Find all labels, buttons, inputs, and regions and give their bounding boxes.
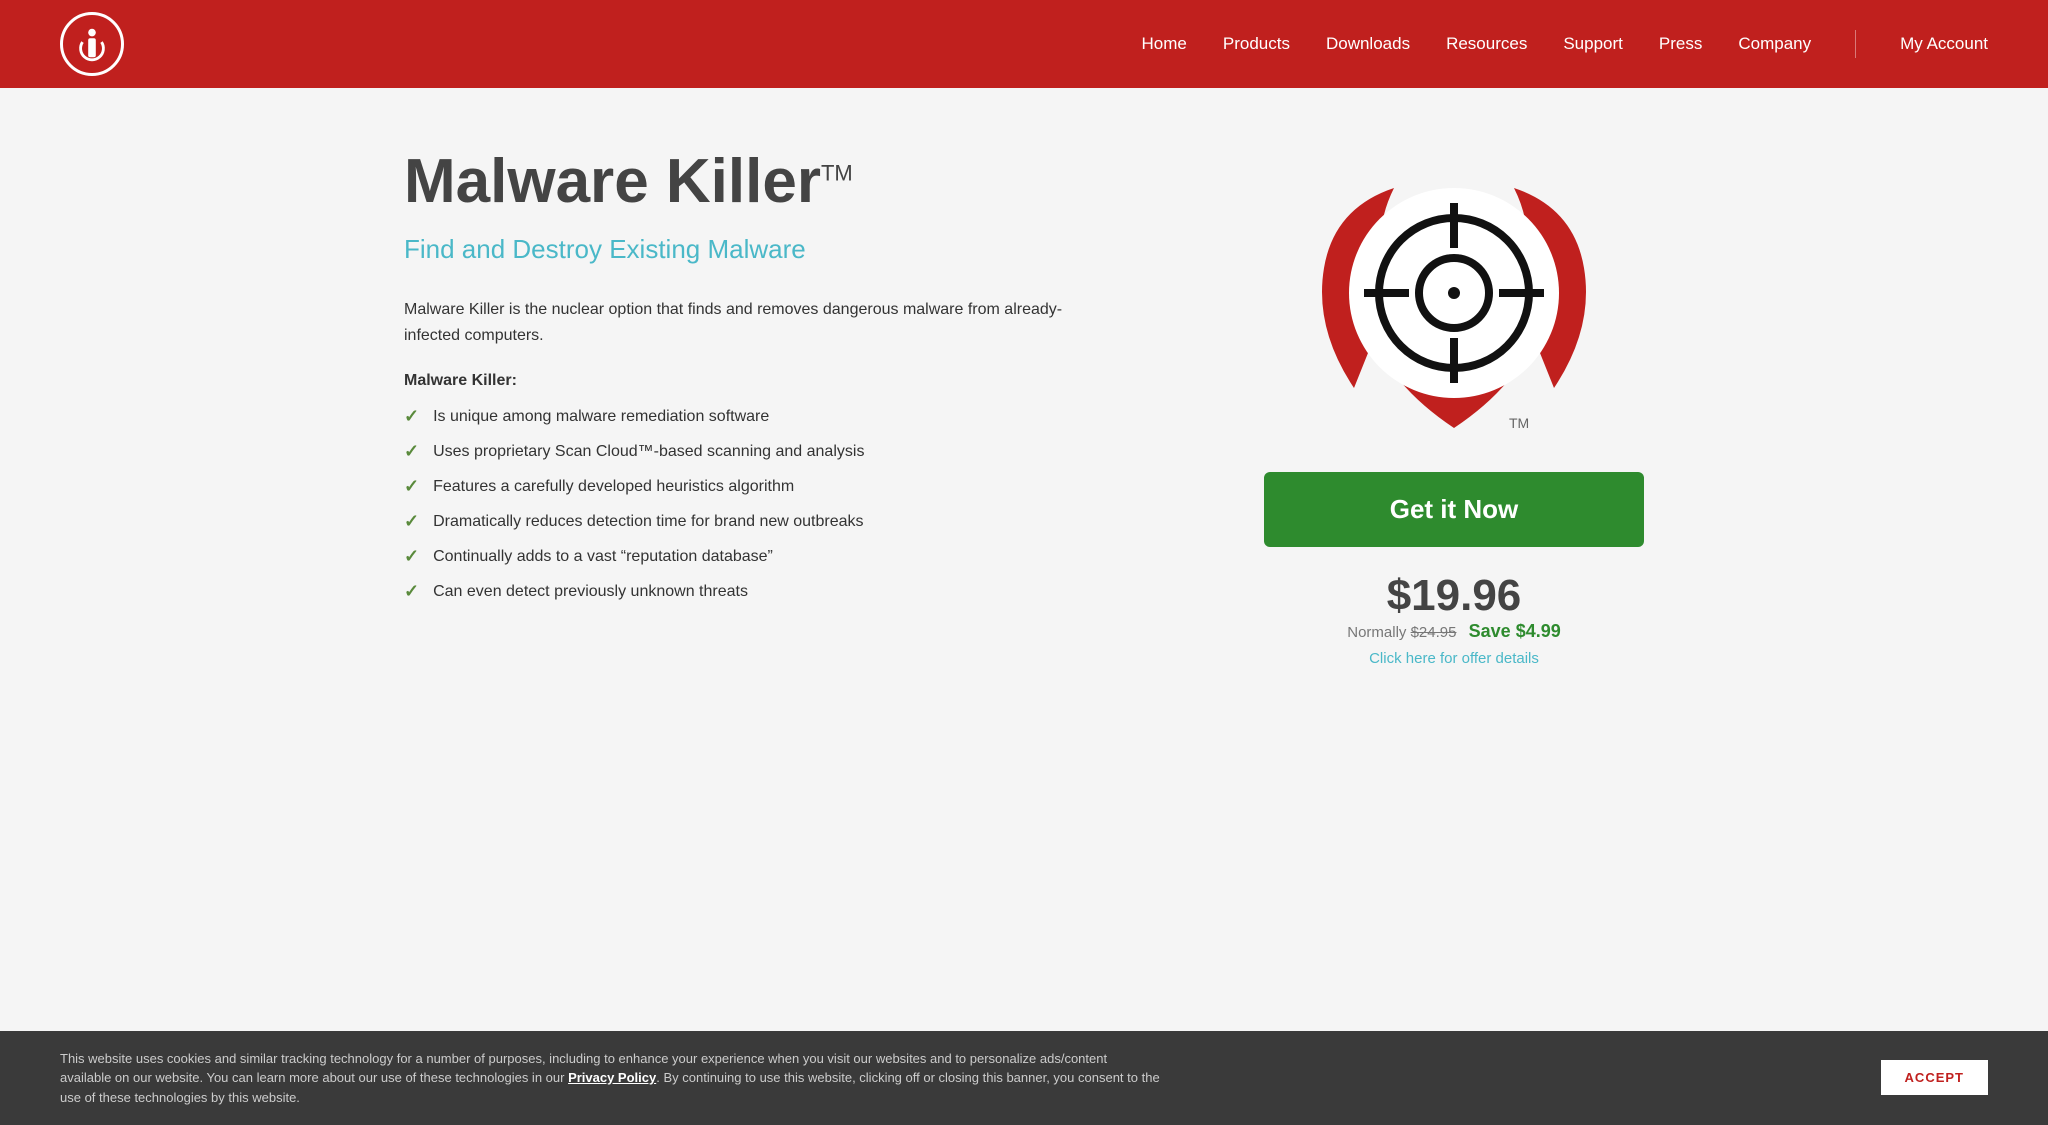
- product-list-title: Malware Killer:: [404, 372, 1204, 390]
- product-logo: TM: [1294, 148, 1614, 448]
- nav-company[interactable]: Company: [1738, 34, 1811, 54]
- save-label: Save $4.99: [1469, 621, 1561, 641]
- nav-home[interactable]: Home: [1142, 34, 1187, 54]
- nav-resources[interactable]: Resources: [1446, 34, 1527, 54]
- nav-separator: [1855, 30, 1856, 58]
- main-content: Malware KillerTM Find and Destroy Existi…: [324, 88, 1724, 747]
- nav-my-account[interactable]: My Account: [1900, 34, 1988, 54]
- product-logo-svg: TM: [1294, 148, 1614, 448]
- product-right-column: TM Get it Now $19.96 Normally $24.95 Sav…: [1264, 148, 1644, 667]
- list-item: ✓Is unique among malware remediation sof…: [404, 406, 1204, 427]
- normal-price-label: Normally $24.95 Save $4.99: [1264, 621, 1644, 642]
- svg-text:TM: TM: [1509, 415, 1529, 431]
- product-price: $19.96: [1264, 571, 1644, 621]
- feature-list: ✓Is unique among malware remediation sof…: [404, 406, 1204, 602]
- normal-price-value: $24.95: [1411, 624, 1457, 641]
- trademark-sup: TM: [821, 160, 853, 185]
- list-item: ✓Can even detect previously unknown thre…: [404, 581, 1204, 602]
- nav-support[interactable]: Support: [1563, 34, 1623, 54]
- accept-button[interactable]: ACCEPT: [1881, 1060, 1988, 1095]
- product-left-column: Malware KillerTM Find and Destroy Existi…: [404, 148, 1204, 602]
- check-icon: ✓: [404, 476, 419, 497]
- list-item: ✓Continually adds to a vast “reputation …: [404, 546, 1204, 567]
- nav-products[interactable]: Products: [1223, 34, 1290, 54]
- list-item: ✓Features a carefully developed heuristi…: [404, 476, 1204, 497]
- get-it-now-button[interactable]: Get it Now: [1264, 472, 1644, 547]
- nav-press[interactable]: Press: [1659, 34, 1702, 54]
- product-subtitle: Find and Destroy Existing Malware: [404, 234, 1204, 265]
- check-icon: ✓: [404, 441, 419, 462]
- product-title: Malware KillerTM: [404, 148, 1204, 216]
- logo-circle: [60, 12, 124, 76]
- price-area: $19.96 Normally $24.95 Save $4.99 Click …: [1264, 571, 1644, 667]
- cookie-banner: This website uses cookies and similar tr…: [0, 1031, 2048, 1125]
- cookie-text: This website uses cookies and similar tr…: [60, 1049, 1160, 1108]
- logo-icon: [73, 25, 111, 63]
- check-icon: ✓: [404, 581, 419, 602]
- offer-details-link[interactable]: Click here for offer details: [1264, 650, 1644, 667]
- header: Home Products Downloads Resources Suppor…: [0, 0, 2048, 88]
- nav-downloads[interactable]: Downloads: [1326, 34, 1410, 54]
- logo[interactable]: [60, 12, 124, 76]
- check-icon: ✓: [404, 546, 419, 567]
- check-icon: ✓: [404, 406, 419, 427]
- main-nav: Home Products Downloads Resources Suppor…: [1142, 30, 1988, 58]
- product-description: Malware Killer is the nuclear option tha…: [404, 297, 1104, 348]
- privacy-policy-link[interactable]: Privacy Policy: [568, 1070, 656, 1085]
- check-icon: ✓: [404, 511, 419, 532]
- list-item: ✓Uses proprietary Scan Cloud™-based scan…: [404, 441, 1204, 462]
- list-item: ✓Dramatically reduces detection time for…: [404, 511, 1204, 532]
